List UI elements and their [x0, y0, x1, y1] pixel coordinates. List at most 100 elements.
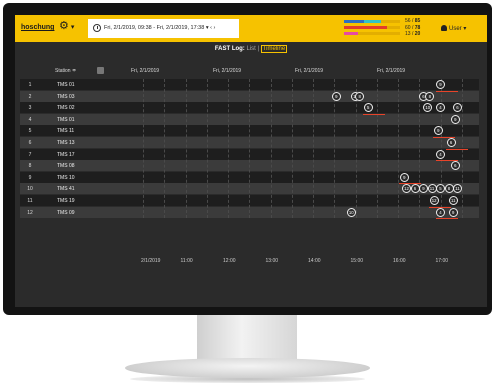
row-index: 1: [28, 82, 32, 88]
grid-line: [440, 79, 442, 219]
stat-total: 20: [414, 31, 421, 37]
app-screen: hoschung ⚙ ▾ Fri, 2/1/2019, 09:38 - Fri,…: [15, 15, 487, 307]
monitor-stand-base: [125, 358, 370, 378]
clock-icon: [93, 24, 101, 32]
stats-counts: 56 / 85 60 / 78 13 / 20: [405, 18, 421, 37]
station-name: TMS 09: [57, 209, 75, 216]
row-index: 10: [27, 186, 33, 193]
station-name: TMS 17: [57, 151, 75, 158]
row-index: 9: [28, 174, 32, 181]
date-header: Fri, 2/1/2019: [213, 68, 242, 74]
grid-line: [228, 79, 229, 219]
time-axis-label: 12:00: [223, 258, 236, 264]
event-marker[interactable]: 12: [429, 196, 439, 205]
row-index: 7: [28, 151, 32, 158]
user-label: User: [449, 26, 462, 32]
grid-line: [291, 79, 293, 219]
chevron-down-icon[interactable]: ▾: [206, 25, 209, 31]
stats-bars: [344, 20, 400, 38]
event-marker[interactable]: 4: [436, 207, 445, 217]
grid-line: [249, 79, 251, 219]
station-name: TMS 01: [57, 116, 75, 123]
time-axis-label: 15:00: [350, 258, 364, 264]
station-name: TMS 03: [57, 93, 75, 100]
event-marker[interactable]: 5: [363, 103, 373, 113]
app-header: hoschung ⚙ ▾ Fri, 2/1/2019, 09:38 - Fri,…: [15, 15, 487, 42]
organization-icon: ⚙: [59, 20, 69, 32]
row-index: 8: [28, 163, 32, 170]
grid-line: [376, 79, 378, 219]
stat-total: 78: [414, 24, 421, 31]
grid-line: [270, 79, 272, 219]
station-name: TMS 10: [57, 174, 75, 181]
event-marker[interactable]: 9: [448, 207, 458, 217]
tab-list[interactable]: List: [246, 46, 255, 52]
event-duration-line: [435, 90, 458, 92]
prev-range-button[interactable]: ‹: [210, 25, 212, 31]
monitor-bezel: hoschung ⚙ ▾ Fri, 2/1/2019, 09:38 - Fri,…: [3, 3, 492, 315]
event-duration-line: [446, 148, 469, 150]
station-name: TMS 19: [57, 198, 75, 204]
organization-menu[interactable]: ⚙ ▾: [59, 21, 74, 32]
station-name: TMS 01: [57, 82, 75, 88]
tab-separator: |: [257, 46, 260, 52]
event-marker[interactable]: 6: [446, 138, 456, 147]
row-index: 3: [28, 105, 32, 112]
event-marker[interactable]: 9: [331, 91, 341, 101]
event-marker[interactable]: 4: [436, 149, 445, 159]
event-marker[interactable]: 9: [399, 172, 409, 182]
event-marker[interactable]: 9: [436, 80, 445, 89]
stat-value: 56: [405, 18, 411, 24]
stat-bar-fill: [344, 26, 388, 29]
stat-total: 85: [414, 18, 421, 24]
event-marker[interactable]: 10: [346, 207, 356, 217]
page-title: FAST Log: List | Timeline: [15, 45, 487, 53]
station-name: TMS 13: [57, 140, 75, 146]
page-title-text: FAST Log:: [214, 46, 245, 52]
row-index: 4: [28, 116, 32, 123]
time-axis-label: 17:00: [435, 258, 449, 264]
user-menu[interactable]: User ▾: [441, 25, 466, 32]
sort-icon[interactable]: ≑: [72, 68, 76, 74]
date-header: Fri, 2/1/2019: [295, 68, 324, 74]
stat-bar: [344, 26, 400, 29]
station-name: TMS 41: [57, 186, 75, 193]
grid-line: [164, 79, 166, 219]
stat-value: 13: [405, 31, 411, 37]
event-marker[interactable]: 6: [450, 161, 460, 171]
event-marker[interactable]: 11: [448, 196, 458, 205]
app-logo[interactable]: hoschung: [21, 24, 54, 31]
time-axis-label: 2/1/2019: [141, 258, 161, 264]
row-index: 11: [27, 198, 33, 204]
stat-bar: [344, 20, 400, 23]
grid-line: [313, 79, 314, 219]
stat-value: 60: [405, 24, 411, 31]
stat-bar-fill: [364, 20, 381, 23]
time-axis-label: 13:00: [265, 258, 279, 264]
stat-bar: [344, 32, 400, 35]
date-header: Fri, 2/1/2019: [377, 68, 406, 74]
filter-icon[interactable]: [97, 67, 104, 74]
tab-timeline[interactable]: Timeline: [260, 45, 288, 53]
next-range-button[interactable]: ›: [214, 25, 216, 31]
station-name: TMS 02: [57, 105, 75, 112]
date-range-picker[interactable]: Fri, 2/1/2019, 09:38 - Fri, 2/1/2019, 17…: [88, 19, 239, 38]
chevron-down-icon: ▾: [70, 24, 75, 31]
event-marker[interactable]: 9: [450, 114, 460, 124]
event-duration-line: [435, 218, 458, 220]
row-index: 6: [28, 140, 32, 146]
event-marker[interactable]: 8: [425, 91, 435, 101]
grid-line: [185, 79, 187, 219]
time-axis-label: 16:00: [393, 258, 406, 264]
stat-bar-fill: [344, 32, 358, 35]
grid-line: [143, 79, 144, 219]
station-column-header[interactable]: Station ≑: [55, 68, 76, 74]
row-index: 5: [28, 128, 32, 135]
row-index: 12: [27, 209, 33, 216]
station-header-label: Station: [55, 68, 71, 74]
row-index: 2: [28, 93, 32, 100]
user-icon: [441, 25, 447, 31]
time-axis-label: 14:00: [308, 258, 321, 264]
event-duration-line: [363, 113, 386, 115]
event-marker[interactable]: 8: [355, 91, 365, 101]
